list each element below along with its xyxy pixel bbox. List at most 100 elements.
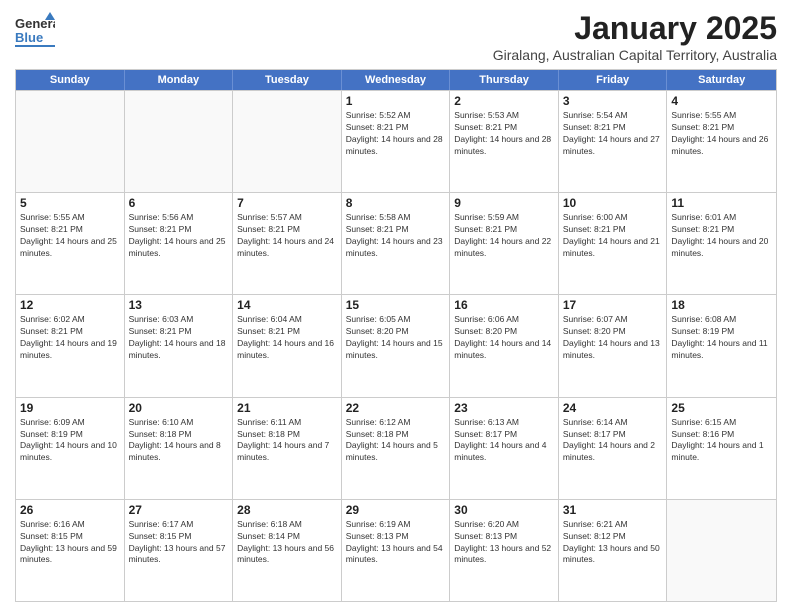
calendar-header: Sunday Monday Tuesday Wednesday Thursday…	[16, 70, 776, 90]
header-monday: Monday	[125, 70, 234, 90]
cal-cell-3-1: 20 Sunrise: 6:10 AM Sunset: 8:18 PM Dayli…	[125, 398, 234, 499]
header-tuesday: Tuesday	[233, 70, 342, 90]
day-number: 12	[20, 298, 120, 312]
cell-info: Sunrise: 5:55 AM Sunset: 8:21 PM Dayligh…	[20, 212, 120, 260]
logo-icon: General Blue	[15, 10, 51, 46]
cal-cell-2-6: 18 Sunrise: 6:08 AM Sunset: 8:19 PM Dayli…	[667, 295, 776, 396]
cell-info: Sunrise: 6:10 AM Sunset: 8:18 PM Dayligh…	[129, 417, 229, 465]
cal-cell-3-4: 23 Sunrise: 6:13 AM Sunset: 8:17 PM Dayli…	[450, 398, 559, 499]
cell-info: Sunrise: 6:16 AM Sunset: 8:15 PM Dayligh…	[20, 519, 120, 567]
cal-cell-1-0: 5 Sunrise: 5:55 AM Sunset: 8:21 PM Daylig…	[16, 193, 125, 294]
cal-cell-3-6: 25 Sunrise: 6:15 AM Sunset: 8:16 PM Dayli…	[667, 398, 776, 499]
header-thursday: Thursday	[450, 70, 559, 90]
day-number: 29	[346, 503, 446, 517]
cell-info: Sunrise: 6:17 AM Sunset: 8:15 PM Dayligh…	[129, 519, 229, 567]
cell-info: Sunrise: 6:18 AM Sunset: 8:14 PM Dayligh…	[237, 519, 337, 567]
cal-cell-4-1: 27 Sunrise: 6:17 AM Sunset: 8:15 PM Dayli…	[125, 500, 234, 601]
day-number: 18	[671, 298, 772, 312]
cell-info: Sunrise: 5:58 AM Sunset: 8:21 PM Dayligh…	[346, 212, 446, 260]
cell-info: Sunrise: 5:57 AM Sunset: 8:21 PM Dayligh…	[237, 212, 337, 260]
cell-info: Sunrise: 6:19 AM Sunset: 8:13 PM Dayligh…	[346, 519, 446, 567]
cell-info: Sunrise: 6:09 AM Sunset: 8:19 PM Dayligh…	[20, 417, 120, 465]
cell-info: Sunrise: 6:01 AM Sunset: 8:21 PM Dayligh…	[671, 212, 772, 260]
day-number: 21	[237, 401, 337, 415]
day-number: 7	[237, 196, 337, 210]
cal-cell-1-5: 10 Sunrise: 6:00 AM Sunset: 8:21 PM Dayli…	[559, 193, 668, 294]
week-row-2: 12 Sunrise: 6:02 AM Sunset: 8:21 PM Dayli…	[16, 294, 776, 396]
cal-cell-4-4: 30 Sunrise: 6:20 AM Sunset: 8:13 PM Dayli…	[450, 500, 559, 601]
cell-info: Sunrise: 6:08 AM Sunset: 8:19 PM Dayligh…	[671, 314, 772, 362]
day-number: 20	[129, 401, 229, 415]
day-number: 26	[20, 503, 120, 517]
header-sunday: Sunday	[16, 70, 125, 90]
cal-cell-0-3: 1 Sunrise: 5:52 AM Sunset: 8:21 PM Daylig…	[342, 91, 451, 192]
cal-cell-2-4: 16Sunrise: 6:06 AM Sunset: 8:20 PM Dayli…	[450, 295, 559, 396]
cal-cell-2-3: 15 Sunrise: 6:05 AM Sunset: 8:20 PM Dayli…	[342, 295, 451, 396]
cell-info: Sunrise: 6:21 AM Sunset: 8:12 PM Dayligh…	[563, 519, 663, 567]
cal-cell-2-0: 12 Sunrise: 6:02 AM Sunset: 8:21 PM Dayli…	[16, 295, 125, 396]
day-number: 1	[346, 94, 446, 108]
day-number: 10	[563, 196, 663, 210]
cell-info: Sunrise: 6:14 AM Sunset: 8:17 PM Dayligh…	[563, 417, 663, 465]
cell-info: Sunrise: 6:02 AM Sunset: 8:21 PM Dayligh…	[20, 314, 120, 362]
day-number: 28	[237, 503, 337, 517]
cal-cell-4-6	[667, 500, 776, 601]
day-number: 22	[346, 401, 446, 415]
day-number: 17	[563, 298, 663, 312]
cell-info: Sunrise: 6:20 AM Sunset: 8:13 PM Dayligh…	[454, 519, 554, 567]
day-number: 15	[346, 298, 446, 312]
header-wednesday: Wednesday	[342, 70, 451, 90]
cal-cell-0-4: 2Sunrise: 5:53 AM Sunset: 8:21 PM Daylig…	[450, 91, 559, 192]
day-number: 31	[563, 503, 663, 517]
calendar-body: 1 Sunrise: 5:52 AM Sunset: 8:21 PM Daylig…	[16, 90, 776, 601]
cal-cell-1-6: 11Sunrise: 6:01 AM Sunset: 8:21 PM Dayli…	[667, 193, 776, 294]
logo: General Blue	[15, 10, 53, 46]
cell-info: Sunrise: 6:05 AM Sunset: 8:20 PM Dayligh…	[346, 314, 446, 362]
week-row-1: 5 Sunrise: 5:55 AM Sunset: 8:21 PM Daylig…	[16, 192, 776, 294]
cell-info: Sunrise: 5:54 AM Sunset: 8:21 PM Dayligh…	[563, 110, 663, 158]
cal-cell-0-1	[125, 91, 234, 192]
cell-info: Sunrise: 5:59 AM Sunset: 8:21 PM Dayligh…	[454, 212, 554, 260]
day-number: 24	[563, 401, 663, 415]
day-number: 13	[129, 298, 229, 312]
cal-cell-1-4: 9 Sunrise: 5:59 AM Sunset: 8:21 PM Daylig…	[450, 193, 559, 294]
cell-info: Sunrise: 5:53 AM Sunset: 8:21 PM Dayligh…	[454, 110, 554, 158]
cell-info: Sunrise: 6:04 AM Sunset: 8:21 PM Dayligh…	[237, 314, 337, 362]
week-row-3: 19Sunrise: 6:09 AM Sunset: 8:19 PM Dayli…	[16, 397, 776, 499]
header: General Blue January 2025 Giralang, Aust…	[15, 10, 777, 63]
cal-cell-3-5: 24 Sunrise: 6:14 AM Sunset: 8:17 PM Dayli…	[559, 398, 668, 499]
cell-info: Sunrise: 6:00 AM Sunset: 8:21 PM Dayligh…	[563, 212, 663, 260]
cell-info: Sunrise: 6:07 AM Sunset: 8:20 PM Dayligh…	[563, 314, 663, 362]
day-number: 14	[237, 298, 337, 312]
cal-cell-0-2	[233, 91, 342, 192]
week-row-0: 1 Sunrise: 5:52 AM Sunset: 8:21 PM Daylig…	[16, 90, 776, 192]
week-row-4: 26 Sunrise: 6:16 AM Sunset: 8:15 PM Dayli…	[16, 499, 776, 601]
cal-cell-0-6: 4Sunrise: 5:55 AM Sunset: 8:21 PM Daylig…	[667, 91, 776, 192]
cal-cell-3-2: 21Sunrise: 6:11 AM Sunset: 8:18 PM Dayli…	[233, 398, 342, 499]
cal-cell-1-1: 6Sunrise: 5:56 AM Sunset: 8:21 PM Daylig…	[125, 193, 234, 294]
day-number: 3	[563, 94, 663, 108]
day-number: 5	[20, 196, 120, 210]
cell-info: Sunrise: 6:13 AM Sunset: 8:17 PM Dayligh…	[454, 417, 554, 465]
cell-info: Sunrise: 6:03 AM Sunset: 8:21 PM Dayligh…	[129, 314, 229, 362]
location-title: Giralang, Australian Capital Territory, …	[493, 47, 777, 63]
cell-info: Sunrise: 6:15 AM Sunset: 8:16 PM Dayligh…	[671, 417, 772, 465]
cell-info: Sunrise: 6:12 AM Sunset: 8:18 PM Dayligh…	[346, 417, 446, 465]
header-saturday: Saturday	[667, 70, 776, 90]
header-friday: Friday	[559, 70, 668, 90]
day-number: 27	[129, 503, 229, 517]
day-number: 30	[454, 503, 554, 517]
cal-cell-1-2: 7 Sunrise: 5:57 AM Sunset: 8:21 PM Daylig…	[233, 193, 342, 294]
day-number: 9	[454, 196, 554, 210]
month-title: January 2025	[493, 10, 777, 47]
day-number: 23	[454, 401, 554, 415]
cal-cell-4-2: 28 Sunrise: 6:18 AM Sunset: 8:14 PM Dayli…	[233, 500, 342, 601]
cell-info: Sunrise: 5:52 AM Sunset: 8:21 PM Dayligh…	[346, 110, 446, 158]
cal-cell-3-3: 22 Sunrise: 6:12 AM Sunset: 8:18 PM Dayli…	[342, 398, 451, 499]
day-number: 6	[129, 196, 229, 210]
cal-cell-2-5: 17 Sunrise: 6:07 AM Sunset: 8:20 PM Dayli…	[559, 295, 668, 396]
cal-cell-2-2: 14 Sunrise: 6:04 AM Sunset: 8:21 PM Dayli…	[233, 295, 342, 396]
cal-cell-4-3: 29 Sunrise: 6:19 AM Sunset: 8:13 PM Dayli…	[342, 500, 451, 601]
day-number: 8	[346, 196, 446, 210]
day-number: 25	[671, 401, 772, 415]
